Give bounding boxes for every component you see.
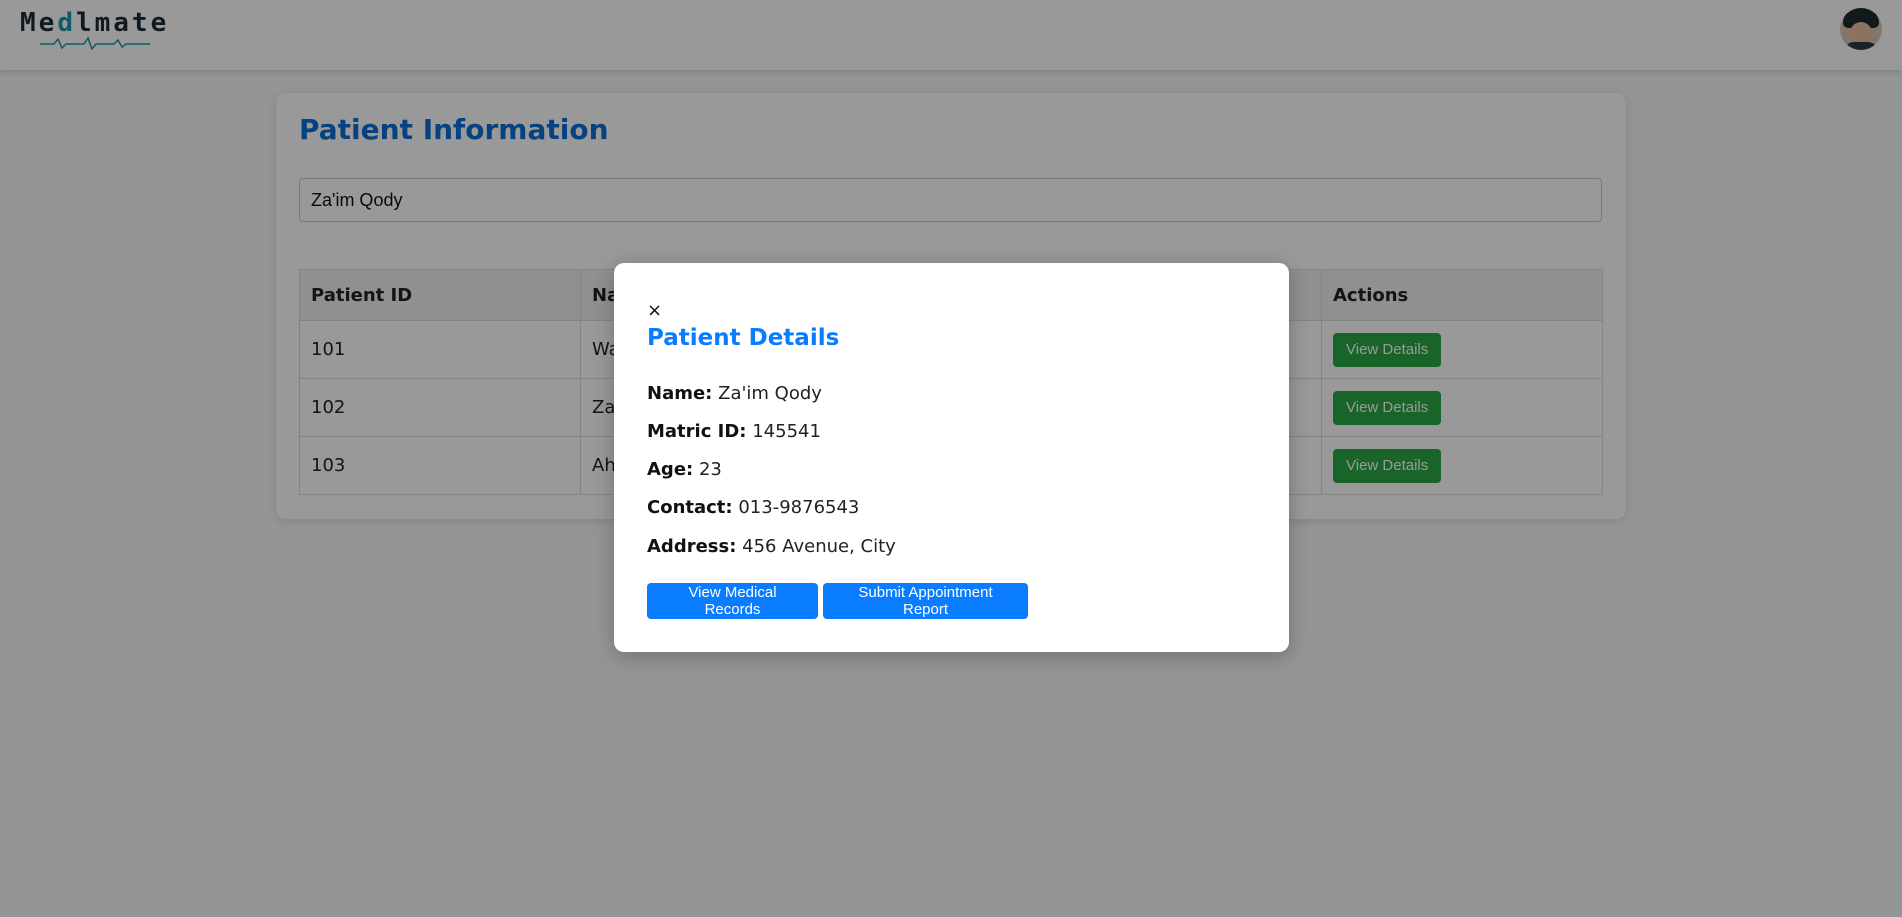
patient-details-modal: × Patient Details Name: Za'im Qody Matri… xyxy=(614,263,1289,652)
detail-value: 013-9876543 xyxy=(738,497,860,518)
detail-label: Name: xyxy=(647,383,713,404)
detail-label: Matric ID: xyxy=(647,421,747,442)
detail-value: 456 Avenue, City xyxy=(742,536,896,557)
detail-contact: Contact: 013-9876543 xyxy=(647,497,859,518)
detail-label: Contact: xyxy=(647,497,733,518)
detail-address: Address: 456 Avenue, City xyxy=(647,536,896,557)
detail-value: 145541 xyxy=(752,421,821,442)
detail-value: 23 xyxy=(698,459,722,480)
detail-label: Age: xyxy=(647,459,694,480)
detail-label: Address: xyxy=(647,536,737,557)
detail-value: Za'im Qody xyxy=(718,383,822,404)
detail-name: Name: Za'im Qody xyxy=(647,383,822,404)
submit-appointment-report-button[interactable]: Submit Appointment Report xyxy=(823,583,1028,619)
view-medical-records-button[interactable]: View Medical Records xyxy=(647,583,818,619)
detail-age: Age: 23 xyxy=(647,459,722,480)
close-icon[interactable]: × xyxy=(647,301,662,321)
detail-matric-id: Matric ID: 145541 xyxy=(647,421,821,442)
modal-title: Patient Details xyxy=(647,325,840,351)
